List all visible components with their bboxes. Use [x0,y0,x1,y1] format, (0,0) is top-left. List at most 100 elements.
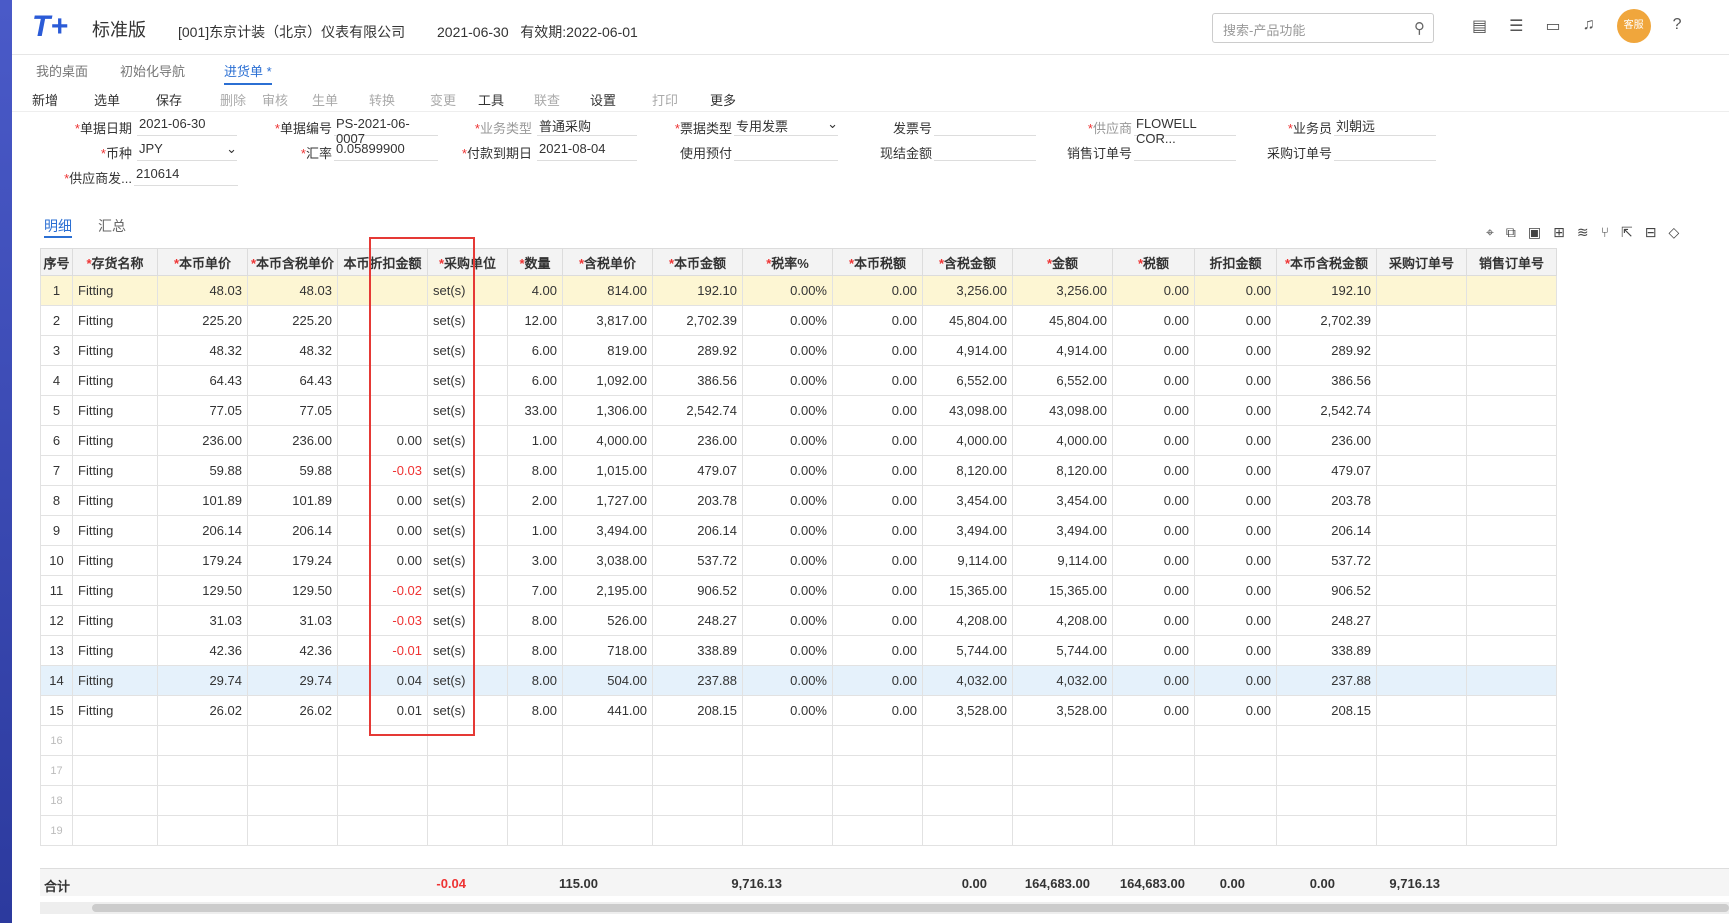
table-cell[interactable]: 129.50 [157,575,248,606]
table-cell[interactable]: 77.05 [247,395,338,426]
table-cell[interactable]: 1.00 [507,425,563,456]
col-header[interactable]: *税率% [742,248,833,276]
table-cell[interactable] [1112,815,1195,846]
table-cell[interactable]: 386.56 [652,365,743,396]
empty-row[interactable]: 17 [40,755,1557,786]
tab-summary[interactable]: 汇总 [98,216,126,236]
table-cell[interactable]: 45,804.00 [1012,305,1113,336]
table-cell[interactable] [247,815,338,846]
table-cell[interactable]: 0.00 [832,425,923,456]
col-header[interactable]: *含税金额 [922,248,1013,276]
table-cell[interactable]: 179.24 [157,545,248,576]
table-row[interactable]: 15 Fitting 26.02 26.02 0.01 set(s) 8.00 441.00 2… [40,695,1557,726]
table-cell[interactable]: 5,744.00 [922,635,1013,666]
table-cell[interactable]: 3.00 [507,545,563,576]
table-cell[interactable]: Fitting [72,335,158,366]
table-cell[interactable] [157,785,248,816]
table-cell[interactable]: 48.32 [247,335,338,366]
table-cell[interactable] [1012,725,1113,756]
table-cell[interactable] [1376,365,1467,396]
col-header[interactable]: *本币单价 [157,248,248,276]
table-cell[interactable] [1376,305,1467,336]
table-cell[interactable]: 0.00% [742,665,833,696]
table-cell[interactable]: 819.00 [562,335,653,366]
table-cell[interactable]: 8.00 [507,605,563,636]
table-cell[interactable]: 7 [40,455,73,486]
table-cell[interactable]: 0.00 [1194,545,1277,576]
vendor-field[interactable]: FLOWELL COR... [1134,116,1236,146]
table-cell[interactable]: 5,744.00 [1012,635,1113,666]
toolbar-item-2[interactable]: 保存 [156,90,182,109]
table-cell[interactable] [1194,815,1277,846]
table-row[interactable]: 5 Fitting 77.05 77.05 set(s) 33.00 1,306.00 2,5… [40,395,1557,426]
table-cell[interactable]: 42.36 [157,635,248,666]
table-cell[interactable]: 237.88 [1276,665,1377,696]
table-cell[interactable] [1466,815,1557,846]
table-cell[interactable]: 8,120.00 [922,455,1013,486]
toolbar-item-12[interactable]: 更多 [710,90,736,109]
table-cell[interactable]: 12.00 [507,305,563,336]
table-cell[interactable]: 4,208.00 [922,605,1013,636]
empty-row[interactable]: 16 [40,725,1557,756]
table-cell[interactable]: 0.00 [1112,485,1195,516]
copy-icon[interactable]: ⧉ [1506,224,1516,241]
tag-icon[interactable]: ◇ [1668,224,1679,241]
table-cell[interactable] [247,785,338,816]
table-cell[interactable]: 8 [40,485,73,516]
table-cell[interactable] [247,755,338,786]
table-cell[interactable] [1376,455,1467,486]
table-cell[interactable]: 338.89 [1276,635,1377,666]
table-cell[interactable]: 0.00 [1194,635,1277,666]
table-cell[interactable]: 64.43 [247,365,338,396]
col-header[interactable]: *金额 [1012,248,1113,276]
table-cell[interactable]: 208.15 [652,695,743,726]
table-cell[interactable] [1376,635,1467,666]
table-cell[interactable]: 0.00 [832,365,923,396]
table-cell[interactable]: 906.52 [1276,575,1377,606]
table-cell[interactable] [652,815,743,846]
table-cell[interactable]: 5 [40,395,73,426]
table-cell[interactable]: 0.00 [832,305,923,336]
table-cell[interactable]: 0.00% [742,275,833,306]
table-cell[interactable]: 0.00 [832,695,923,726]
table-cell[interactable]: 718.00 [562,635,653,666]
col-header[interactable]: *本币含税单价 [247,248,338,276]
table-cell[interactable]: 0.00% [742,365,833,396]
table-cell[interactable]: 3,494.00 [922,515,1013,546]
col-header[interactable]: *数量 [507,248,563,276]
table-cell[interactable] [922,725,1013,756]
table-cell[interactable] [1112,785,1195,816]
table-cell[interactable]: 0.00 [1194,395,1277,426]
table-cell[interactable] [1466,725,1557,756]
table-cell[interactable] [1466,335,1557,366]
col-header[interactable]: 折扣金额 [1194,248,1277,276]
table-cell[interactable] [1194,755,1277,786]
table-row[interactable]: 12 Fitting 31.03 31.03 -0.03 set(s) 8.00 526.00… [40,605,1557,636]
table-cell[interactable]: 906.52 [652,575,743,606]
table-cell[interactable] [247,725,338,756]
table-cell[interactable]: 0.00 [1112,575,1195,606]
toolbar-item-4[interactable]: 审核 [262,90,288,109]
table-cell[interactable]: 0.00 [1194,275,1277,306]
table-cell[interactable]: 0.00 [1112,335,1195,366]
table-cell[interactable]: 16 [40,725,73,756]
table-cell[interactable] [1466,515,1557,546]
table-cell[interactable]: 7.00 [507,575,563,606]
table-cell[interactable] [832,785,923,816]
tab-2[interactable]: 进货单 * [224,61,272,85]
table-cell[interactable]: 101.89 [157,485,248,516]
table-cell[interactable]: 236.00 [1276,425,1377,456]
table-cell[interactable]: 8.00 [507,695,563,726]
table-cell[interactable] [652,725,743,756]
table-cell[interactable]: 0.00 [832,275,923,306]
table-cell[interactable]: 6.00 [507,365,563,396]
table-cell[interactable]: 0.00 [1194,305,1277,336]
prepay-field[interactable] [734,141,838,161]
toolbar-item-0[interactable]: 新增 [32,90,58,109]
table-cell[interactable]: 8.00 [507,635,563,666]
table-cell[interactable]: Fitting [72,425,158,456]
table-cell[interactable] [562,755,653,786]
table-cell[interactable]: 0.00 [832,545,923,576]
table-cell[interactable]: 26.02 [157,695,248,726]
table-cell[interactable]: 0.00 [1194,335,1277,366]
